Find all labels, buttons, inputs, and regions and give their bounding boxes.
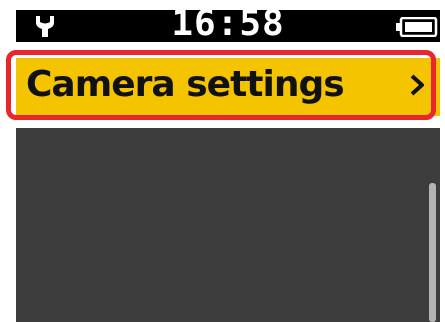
content-panel bbox=[16, 128, 440, 322]
scrollbar[interactable] bbox=[429, 183, 436, 322]
focus-highlight bbox=[6, 50, 436, 120]
status-bar: 16:58 bbox=[16, 4, 440, 44]
battery-icon bbox=[396, 17, 438, 37]
clock-time: 16:58 bbox=[171, 3, 285, 44]
